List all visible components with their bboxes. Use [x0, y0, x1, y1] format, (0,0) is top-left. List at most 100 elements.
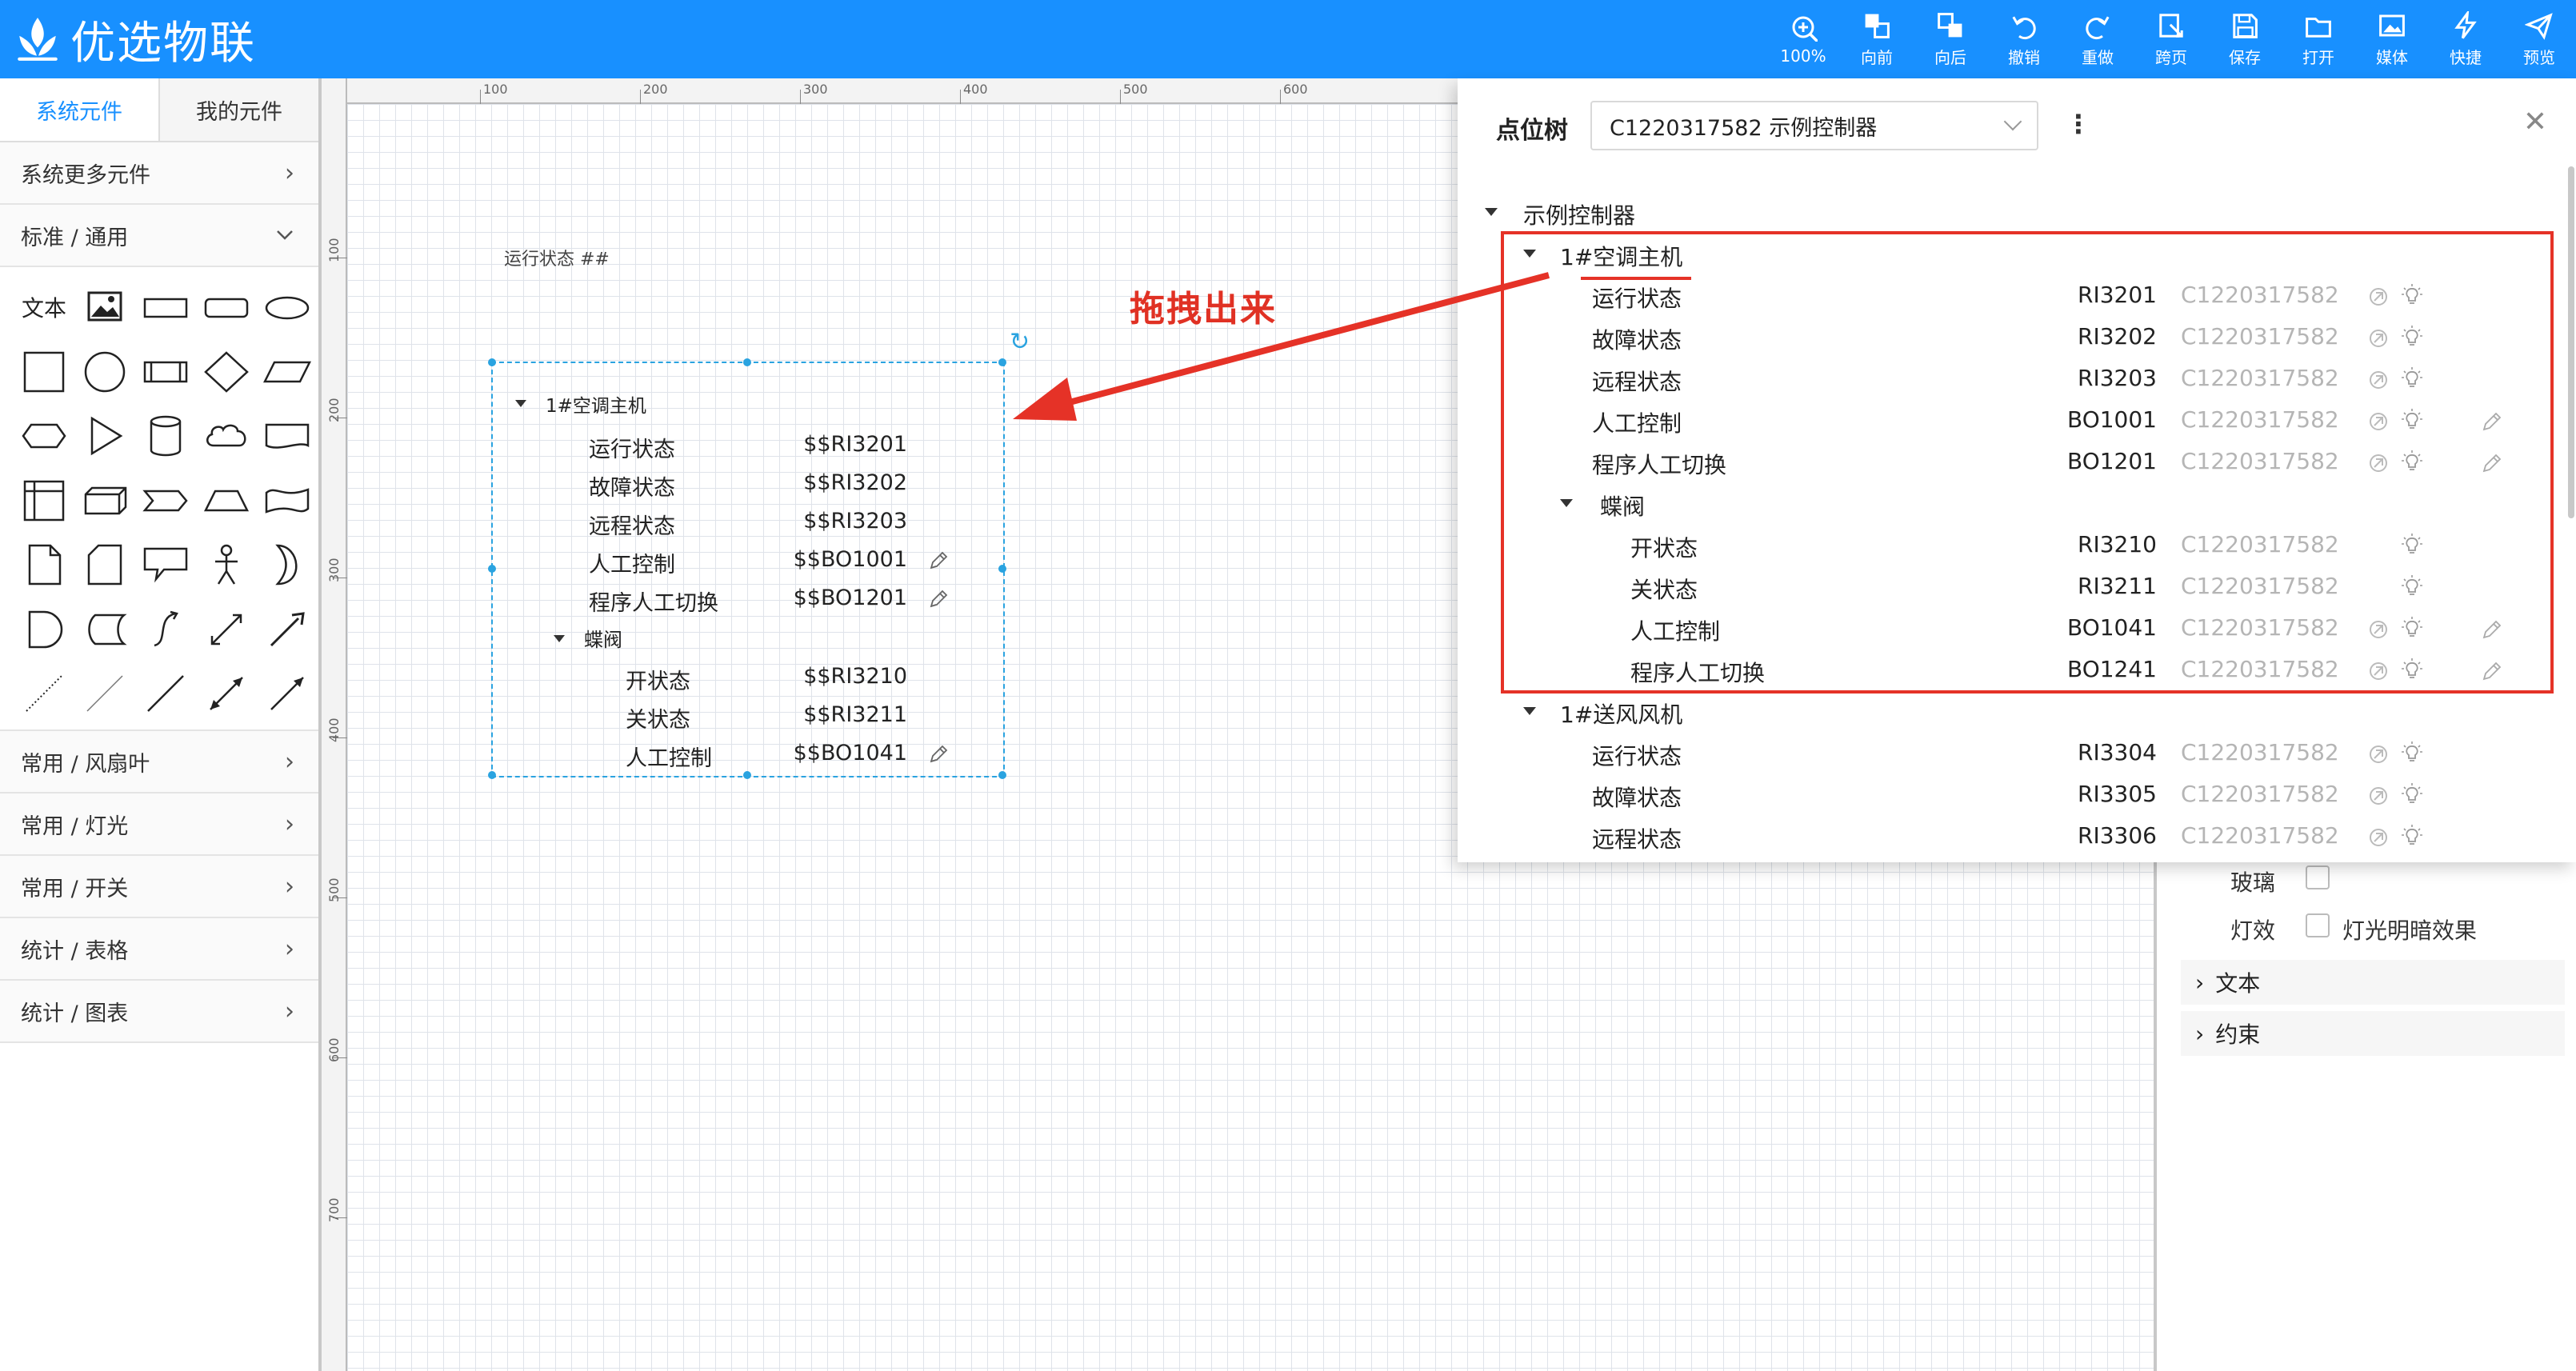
toolbar-preview-button[interactable]: 预览	[2502, 0, 2576, 78]
category-standard-general[interactable]: 标准 / 通用	[0, 205, 318, 267]
light-effect-checkbox[interactable]	[2306, 913, 2330, 937]
shape-bidirectional-arrow[interactable]	[198, 670, 254, 717]
tree-root[interactable]: 示例控制器	[1523, 198, 1635, 230]
ruler-tick	[800, 90, 801, 104]
shape-ellipse[interactable]	[259, 283, 315, 331]
shape-cloud[interactable]	[198, 412, 254, 460]
edit-pencil-icon[interactable]	[926, 742, 950, 766]
collapse-caret-icon[interactable]	[1485, 208, 1498, 216]
shape-internal-storage[interactable]	[16, 477, 72, 525]
shape-rectangle[interactable]	[138, 283, 194, 331]
section-text[interactable]: › 文本	[2181, 960, 2565, 1005]
shape-note[interactable]	[16, 541, 72, 589]
collapse-caret-icon[interactable]	[1523, 707, 1536, 715]
glass-checkbox[interactable]	[2306, 865, 2330, 889]
category-item[interactable]: 统计 / 图表 ›	[0, 981, 318, 1043]
shape-step[interactable]	[138, 477, 194, 525]
resize-handle[interactable]	[998, 358, 1006, 366]
tab-system-components[interactable]: 系统元件	[0, 78, 160, 141]
shape-diamond[interactable]	[198, 348, 254, 396]
shape-callout[interactable]	[138, 541, 194, 589]
widget-subgroup-label: 蝶阀	[584, 629, 622, 651]
shape-triangle[interactable]	[77, 412, 133, 460]
resize-handle[interactable]	[743, 358, 751, 366]
toolbar-bring-forward-button[interactable]: 向前	[1840, 0, 1914, 78]
canvas-text-label[interactable]: 运行状态 ##	[504, 245, 610, 270]
category-item[interactable]: 常用 / 风扇叶 ›	[0, 731, 318, 793]
toolbar-undo-button[interactable]: 撤销	[1987, 0, 2061, 78]
tab-my-components[interactable]: 我的元件	[160, 78, 318, 141]
shape-thin-line[interactable]	[77, 670, 133, 717]
toolbar-cross-page-button[interactable]: 跨页	[2134, 0, 2208, 78]
resize-handle[interactable]	[488, 358, 496, 366]
edit-pencil-icon[interactable]	[926, 587, 950, 611]
shape-connector-arrow[interactable]	[259, 670, 315, 717]
shape-dotted-line[interactable]	[16, 670, 72, 717]
widget-point-name: 远程状态	[589, 514, 675, 539]
tree-group[interactable]: 1#送风风机	[1560, 697, 1682, 729]
light-bulb-icon[interactable]	[2400, 782, 2424, 806]
shape-hexagon[interactable]	[16, 412, 72, 460]
toolbar-send-backward-button[interactable]: 向后	[1914, 0, 1987, 78]
shape-actor-icon[interactable]	[198, 541, 254, 589]
tree-point-name[interactable]: 远程状态	[1592, 822, 1682, 854]
resize-handle[interactable]	[743, 771, 751, 779]
shape-document[interactable]	[259, 412, 315, 460]
shape-cube[interactable]	[77, 477, 133, 525]
section-constraint[interactable]: › 约束	[2181, 1011, 2565, 1056]
collapse-caret-icon[interactable]	[554, 635, 565, 642]
shape-tape[interactable]	[259, 477, 315, 525]
toolbar-zoom-button[interactable]: 100%	[1766, 0, 1840, 78]
light-bulb-icon[interactable]	[2400, 741, 2424, 765]
collapse-caret-icon[interactable]	[515, 400, 526, 407]
more-components-item[interactable]: 系统更多元件 ›	[0, 142, 318, 205]
link-icon[interactable]	[2366, 825, 2390, 849]
top-bar: 优选物联 100% 向前 向后 撤销 重做 跨页 保存 打开 媒体 快捷 预览	[0, 0, 2576, 78]
shape-data-storage[interactable]	[77, 606, 133, 654]
category-item[interactable]: 统计 / 表格 ›	[0, 918, 318, 981]
edit-pencil-icon[interactable]	[926, 549, 950, 573]
shape-double-arrow[interactable]	[198, 606, 254, 654]
shape-rounded-rectangle[interactable]	[198, 283, 254, 331]
rotate-handle-icon[interactable]: ↻	[1010, 328, 1030, 356]
controller-select[interactable]: C1220317582 示例控制器	[1590, 101, 2038, 150]
shape-line[interactable]	[138, 670, 194, 717]
resize-handle[interactable]	[488, 565, 496, 573]
toolbar-redo-button[interactable]: 重做	[2061, 0, 2134, 78]
light-bulb-icon[interactable]	[2400, 824, 2424, 848]
more-options-icon[interactable]: ⋮	[2066, 109, 2091, 139]
category-item[interactable]: 常用 / 灯光 ›	[0, 793, 318, 856]
shape-delay[interactable]	[16, 606, 72, 654]
shape-process[interactable]	[138, 348, 194, 396]
ruler-label: 100	[483, 82, 508, 97]
shape-arrow[interactable]	[259, 606, 315, 654]
resize-handle[interactable]	[998, 771, 1006, 779]
shape-cylinder[interactable]	[138, 412, 194, 460]
tree-point-name[interactable]: 故障状态	[1592, 781, 1682, 813]
shape-card[interactable]	[77, 541, 133, 589]
ruler-tick	[960, 90, 961, 104]
tree-point-name[interactable]: 运行状态	[1592, 739, 1682, 771]
toolbar-media-button[interactable]: 媒体	[2355, 0, 2429, 78]
scrollbar[interactable]	[2568, 166, 2574, 518]
close-icon[interactable]: ✕	[2523, 106, 2547, 138]
link-icon[interactable]	[2366, 784, 2390, 808]
shape-or[interactable]	[259, 541, 315, 589]
shape-square[interactable]	[16, 348, 72, 396]
leaf-logo-icon	[18, 18, 58, 61]
shape-trapezoid[interactable]	[198, 477, 254, 525]
shape-image-icon[interactable]	[77, 283, 133, 331]
widget-point-name: 人工控制	[626, 746, 712, 771]
shape-curve[interactable]	[138, 606, 194, 654]
shape-circle[interactable]	[77, 348, 133, 396]
shape-text[interactable]: 文本	[16, 283, 72, 331]
ruler-tick	[640, 90, 641, 104]
toolbar-open-button[interactable]: 打开	[2282, 0, 2355, 78]
shape-parallelogram[interactable]	[259, 348, 315, 396]
category-item[interactable]: 常用 / 开关 ›	[0, 856, 318, 918]
resize-handle[interactable]	[488, 771, 496, 779]
toolbar-shortcut-button[interactable]: 快捷	[2429, 0, 2502, 78]
resize-handle[interactable]	[998, 565, 1006, 573]
toolbar-save-button[interactable]: 保存	[2208, 0, 2282, 78]
link-icon[interactable]	[2366, 742, 2390, 766]
